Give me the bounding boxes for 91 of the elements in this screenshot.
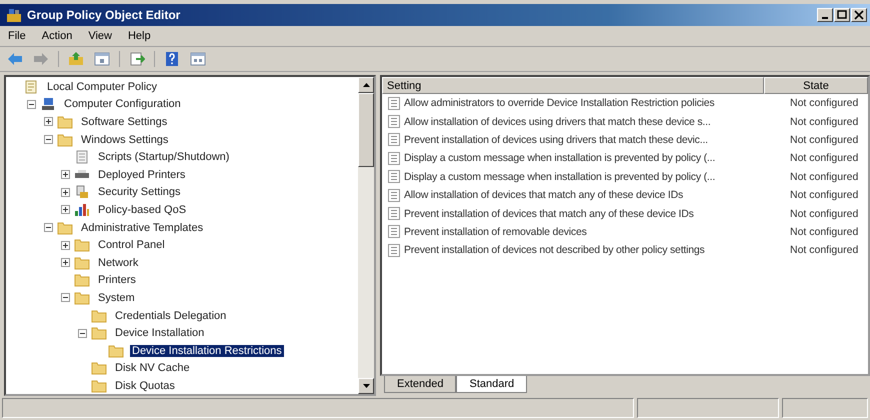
column-header[interactable]: State	[764, 77, 868, 94]
setting-state: Not configured	[789, 116, 858, 128]
scroll-up-icon[interactable]	[362, 83, 370, 87]
policy-setting-icon	[388, 225, 400, 238]
expand-icon[interactable]	[61, 240, 70, 250]
expand-icon[interactable]	[61, 188, 70, 197]
tree-item[interactable]: Windows Settings	[79, 134, 170, 146]
folder-icon	[74, 290, 90, 305]
setting-name[interactable]: Allow administrators to override Device Installation Restriction policies	[404, 97, 784, 110]
tree-item[interactable]: Deployed Printers	[96, 168, 188, 181]
setting-name[interactable]: Prevent installation of devices not described by other policy settings	[404, 244, 784, 256]
expand-icon[interactable]	[61, 258, 70, 268]
script-icon	[74, 150, 90, 164]
document-icon	[23, 80, 39, 94]
expand-icon[interactable]	[61, 205, 70, 214]
app-icon	[6, 7, 22, 23]
tree-item[interactable]: Computer Configuration	[62, 98, 183, 110]
scroll-down-icon[interactable]	[362, 384, 370, 388]
tree-item[interactable]: Local Computer Policy	[45, 80, 160, 93]
policy-setting-icon	[388, 188, 400, 202]
tree-item[interactable]: Device Installation Restrictions	[130, 344, 284, 357]
tree-item[interactable]: Credentials Delegation	[113, 310, 228, 322]
setting-state: Not configured	[789, 189, 858, 202]
tree-item[interactable]: Printers	[96, 274, 138, 286]
tree-item[interactable]: Disk Quotas	[113, 380, 177, 392]
setting-name[interactable]: Prevent installation of removable devices	[404, 226, 784, 238]
minimize-icon	[822, 17, 828, 19]
bar-chart-icon	[74, 202, 90, 217]
tree-item[interactable]: Policy-based QoS	[96, 204, 188, 216]
tree-item[interactable]: Disk NV Cache	[113, 362, 192, 374]
tab[interactable]: Extended	[384, 376, 456, 393]
setting-state: Not configured	[789, 208, 858, 220]
tree-item[interactable]: System	[96, 292, 137, 304]
setting-name[interactable]: Display a custom message when installation is prevented by policy (...	[404, 170, 784, 183]
menu-item[interactable]: View	[88, 30, 112, 42]
folder-icon	[57, 114, 73, 129]
folder-icon	[74, 273, 90, 288]
setting-name[interactable]: Prevent installation of devices using drivers that match these devic...	[404, 134, 784, 146]
folder-icon	[91, 308, 107, 323]
lock-icon	[74, 185, 90, 200]
policy-setting-icon	[388, 133, 400, 146]
collapse-icon[interactable]	[61, 293, 70, 302]
tree-item[interactable]: Control Panel	[96, 239, 167, 252]
scrollbar[interactable]	[358, 77, 374, 394]
policy-setting-icon	[388, 170, 400, 184]
scrollbar-thumb[interactable]	[358, 93, 374, 167]
policy-setting-icon	[388, 207, 400, 220]
setting-state: Not configured	[789, 170, 858, 183]
folder-icon	[108, 344, 124, 358]
setting-state: Not configured	[789, 226, 858, 238]
tree-item[interactable]: Security Settings	[96, 186, 183, 198]
tab[interactable]: Standard	[456, 376, 528, 393]
expand-icon[interactable]	[61, 170, 70, 180]
folder-icon	[91, 378, 107, 393]
menu-item[interactable]: Help	[128, 30, 151, 42]
collapse-icon[interactable]	[27, 100, 36, 109]
collapse-icon[interactable]	[44, 223, 53, 232]
expand-icon[interactable]	[44, 117, 53, 126]
setting-state: Not configured	[789, 134, 858, 146]
minimize-button[interactable]	[817, 8, 833, 22]
tree-item[interactable]: Administrative Templates	[79, 222, 206, 234]
computer-icon	[40, 97, 56, 112]
tree-item[interactable]: Network	[96, 256, 140, 269]
folder-icon	[91, 326, 107, 340]
policy-setting-icon	[388, 115, 400, 128]
menu-item[interactable]: Action	[42, 30, 72, 42]
column-header[interactable]: Setting	[382, 77, 764, 94]
policy-setting-icon	[388, 96, 400, 110]
folder-icon	[91, 361, 107, 376]
menu-item[interactable]: File	[8, 30, 26, 42]
tree-item[interactable]: Scripts (Startup/Shutdown)	[96, 151, 232, 164]
collapse-icon[interactable]	[78, 328, 87, 338]
folder-icon	[57, 220, 73, 235]
maximize-button[interactable]	[834, 8, 850, 22]
close-button[interactable]	[851, 8, 867, 22]
folder-icon	[74, 256, 90, 270]
setting-state: Not configured	[789, 97, 858, 110]
setting-state: Not configured	[789, 152, 858, 164]
tree-item[interactable]: Software Settings	[79, 116, 170, 128]
policy-setting-icon	[388, 152, 400, 165]
setting-name[interactable]: Prevent installation of devices that match any of these device IDs	[404, 208, 784, 220]
setting-name[interactable]: Display a custom message when installation is prevented by policy (...	[404, 152, 784, 164]
setting-name[interactable]: Allow installation of devices using drivers that match these device s...	[404, 116, 784, 128]
folder-icon	[74, 238, 90, 252]
setting-state: Not configured	[789, 244, 858, 256]
collapse-icon[interactable]	[44, 135, 53, 144]
window-title: Group Policy Object Editor	[27, 8, 182, 22]
tree-item[interactable]: Device Installation	[113, 327, 206, 340]
folder-icon	[57, 132, 73, 147]
policy-setting-icon	[388, 244, 400, 257]
setting-name[interactable]: Allow installation of devices that match any of these device IDs	[404, 189, 784, 202]
